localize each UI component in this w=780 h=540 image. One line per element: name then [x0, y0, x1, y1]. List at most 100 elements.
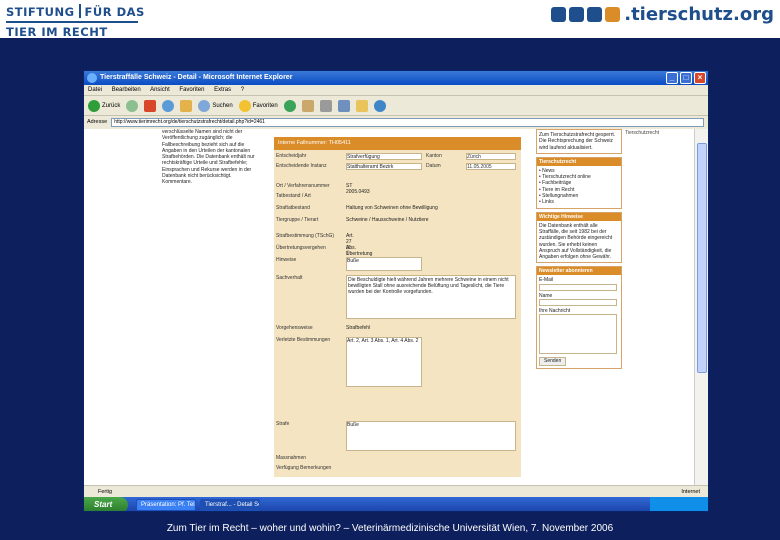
menu-datei[interactable]: Datei [88, 87, 102, 93]
print-icon[interactable] [319, 99, 332, 112]
window-titlebar[interactable]: Tierstraffälle Schweiz - Detail - Micros… [84, 71, 708, 85]
nav-item-label: Tiere im Recht [542, 186, 575, 193]
windows-taskbar: Start Präsentation: Pf. Tel 1 Tierstraf.… [84, 497, 708, 511]
back-arrow-icon [88, 99, 100, 112]
sidebar-box-hints: Wichtige Hinweise Die Datenbank enthält … [536, 211, 622, 264]
address-field[interactable]: http://www.tierimrecht.org/de/tierschutz… [111, 117, 704, 127]
minimize-button[interactable]: _ [666, 72, 678, 84]
nav-item-label: Fachbeiträge [542, 180, 572, 187]
row-label: Entscheidjahr [276, 153, 307, 159]
system-tray [650, 497, 708, 511]
row-value[interactable]: Statthalteramt Bezirk [346, 163, 422, 170]
status-bar: Fertig Internet [84, 485, 708, 497]
row-value[interactable]: Strafverfügung [346, 153, 422, 160]
window-title: Tierstraffälle Schweiz - Detail - Micros… [100, 74, 293, 81]
vertical-scrollbar[interactable] [694, 129, 708, 485]
foundation-logo: STIFTUNG FÜR DAS TIER IM RECHT [6, 4, 144, 39]
row-label: Tiergruppe / Tierart [276, 217, 319, 223]
menu-bar: Datei Bearbeiten Ansicht Favoriten Extra… [84, 85, 708, 96]
nav-item-label: News [542, 167, 555, 174]
search-button[interactable]: Suchen [198, 99, 233, 112]
ie-icon [87, 73, 97, 83]
sidebar-box-newsletter: Newsletter abonnieren E-Mail Name Ihre N… [536, 266, 622, 369]
logo-separator [78, 4, 81, 18]
edit-icon[interactable] [337, 99, 350, 112]
datum-label: Datum [426, 163, 441, 169]
logo-line1-part2: FÜR DAS [84, 5, 145, 19]
row-label: Massnahmen [276, 455, 307, 461]
nav-item-label: Tierschutzrecht online [542, 174, 591, 181]
checkbox-uebertretung[interactable]: ☑ Übertretung [346, 245, 372, 257]
row-value[interactable]: Buße [346, 421, 516, 451]
sidebar-info-text: Zum Tierschutzstrafrecht gesperrt. Die R… [539, 132, 616, 151]
stop-icon[interactable] [144, 99, 157, 112]
row-label: Verfügung Bemerkungen [276, 465, 332, 471]
row-value[interactable]: Buße [346, 257, 422, 271]
send-button[interactable]: Senden [539, 357, 567, 366]
favorites-button[interactable]: Favoriten [238, 99, 278, 112]
row-label: Entscheidende Instanz [276, 163, 327, 169]
taskbar-item-presentation[interactable]: Präsentation: Pf. Tel 1 [136, 499, 196, 511]
message-textarea[interactable] [539, 314, 617, 355]
forward-arrow-icon[interactable] [126, 99, 139, 112]
logo-square-2 [569, 6, 585, 22]
menu-ansicht[interactable]: Ansicht [150, 87, 170, 93]
row-label: Strafbestimmung (TSchG) [276, 233, 335, 239]
row-label: Strafe [276, 421, 290, 427]
section-header: Vorgehensweise [276, 325, 313, 331]
row-value[interactable]: Art. 2, Art. 3 Abs. 1, Art. 4 Abs. 2 [346, 337, 422, 387]
logo-square-1 [551, 6, 567, 22]
datum-value[interactable]: 11.05.2005 [466, 163, 516, 170]
form-header: Interne Fallnummer: TH05411 [274, 137, 521, 150]
row-value[interactable]: Die Beschuldigte hielt während Jahren me… [346, 275, 516, 319]
row-label: Übertretungsvergehen [276, 245, 326, 251]
row-value: Strafbefehl [346, 325, 371, 331]
row-label: Ort / Verfahrensnummer [276, 183, 330, 189]
name-field[interactable] [539, 299, 617, 307]
menu-bearbeiten[interactable]: Bearbeiten [112, 87, 141, 93]
menu-extras[interactable]: Extras [214, 87, 231, 93]
row-label: Hinweise [276, 257, 297, 263]
favorites-label: Favoriten [252, 102, 278, 109]
logo-line2: TIER IM RECHT [6, 25, 108, 39]
slide-footer: Zum Tier im Recht – woher und wohin? – V… [166, 523, 614, 534]
row-value: ST 2005.0493 [346, 183, 370, 195]
maximize-button[interactable]: □ [680, 72, 692, 84]
back-button[interactable]: Zurück [88, 99, 120, 112]
address-label: Adresse [87, 119, 108, 125]
row-label: Tatbestand / Art [276, 193, 311, 199]
nav-item-label: Stellungnahmen [542, 193, 579, 200]
case-detail-form: Interne Fallnummer: TH05411 Entscheidjah… [274, 137, 521, 477]
logo-text: .tierschutz.org [624, 3, 774, 25]
logo-square-4 [605, 6, 621, 22]
row-label: Verletzte Bestimmungen [276, 337, 331, 343]
messenger-icon[interactable] [373, 99, 386, 112]
kanton-value[interactable]: Zürich [466, 153, 516, 160]
site-nav-title[interactable]: Tierschutzrecht [625, 130, 659, 136]
scrollbar-thumb[interactable] [697, 143, 707, 373]
history-icon[interactable] [283, 99, 296, 112]
email-field[interactable] [539, 283, 617, 291]
start-button[interactable]: Start [84, 497, 128, 511]
logo-line1-part1: STIFTUNG [6, 5, 75, 19]
folder-icon[interactable] [355, 99, 368, 112]
tierschutz-logo: .tierschutz.org [551, 2, 774, 26]
ie-window: Tierstraffälle Schweiz - Detail - Micros… [83, 70, 709, 512]
menu-help[interactable]: ? [241, 87, 244, 93]
search-label: Suchen [212, 102, 233, 109]
sidebar-box-nav: Tierschutzrecht • News • Tierschutzrecht… [536, 156, 622, 209]
menu-favoriten[interactable]: Favoriten [179, 87, 204, 93]
row-value: Schweine / Hausschweine / Nutztiere [346, 217, 429, 223]
sidebar-hints-header: Wichtige Hinweise [537, 212, 621, 221]
home-icon[interactable] [180, 99, 193, 112]
sidebar-nav-header: Tierschutzrecht [537, 157, 621, 166]
close-button[interactable]: × [694, 72, 706, 84]
status-text: Fertig [98, 489, 113, 495]
taskbar-item-browser[interactable]: Tierstraf... - Detail Schweiz [200, 499, 260, 511]
refresh-icon[interactable] [162, 99, 175, 112]
row-value: Haltung von Schweinen ohne Bewilligung [346, 205, 438, 211]
mail-icon[interactable] [301, 99, 314, 112]
row-label: Straftatbestand [276, 205, 310, 211]
newsletter-header: Newsletter abonnieren [537, 267, 621, 276]
sidebar-nav-item[interactable]: • Links [539, 199, 619, 205]
